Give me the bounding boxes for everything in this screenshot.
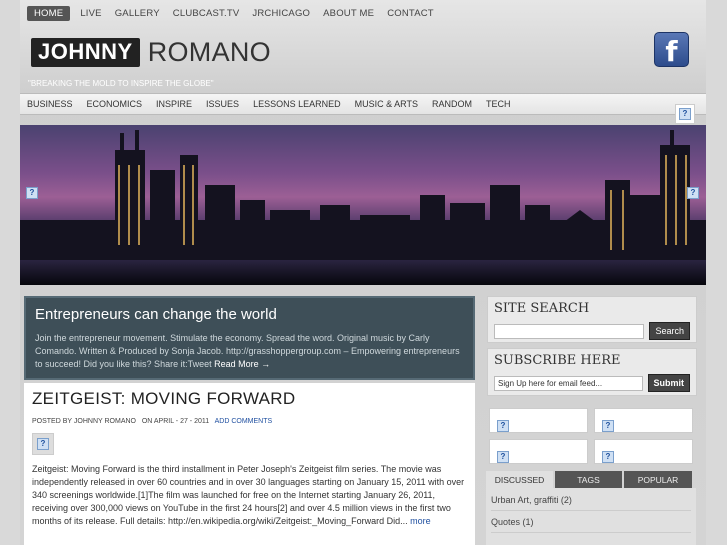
skyline-banner: ? ?: [20, 125, 706, 285]
rss-broken-image-icon[interactable]: ?: [675, 104, 695, 124]
ad-slot-4[interactable]: ?: [594, 439, 693, 464]
tab-tags[interactable]: Tags: [555, 471, 622, 488]
post-author: Posted by Johnny Romano: [32, 418, 136, 425]
category-lessons-learned[interactable]: Lessons Learned: [253, 99, 341, 109]
top-navigation: Home Live Gallery Clubcast.TV JRChicago …: [27, 5, 447, 22]
category-inspire[interactable]: Inspire: [156, 99, 192, 109]
featured-post: Entrepreneurs can change the world Join …: [24, 296, 475, 380]
post-title[interactable]: ZEITGEIST: MOVING FORWARD: [32, 389, 467, 409]
category-music-arts[interactable]: Music & Arts: [355, 99, 418, 109]
category-tech[interactable]: Tech: [486, 99, 511, 109]
logo-first-name: JOHNNY: [31, 38, 140, 67]
search-input[interactable]: [494, 323, 645, 339]
list-item[interactable]: Quotes (1): [491, 514, 691, 533]
ad-slot-2[interactable]: ?: [594, 408, 693, 433]
nav-gallery[interactable]: Gallery: [115, 8, 160, 19]
category-business[interactable]: Business: [27, 99, 73, 109]
nav-live[interactable]: Live: [80, 8, 101, 19]
category-economics[interactable]: Economics: [87, 99, 143, 109]
subscribe-title: Subscribe Here: [494, 353, 621, 368]
logo-last-name: ROMANO: [147, 37, 271, 67]
tab-popular[interactable]: Popular: [624, 471, 692, 488]
nav-clubcast[interactable]: Clubcast.TV: [173, 8, 240, 19]
nav-home[interactable]: Home: [27, 6, 71, 21]
nav-contact[interactable]: Contact: [387, 8, 434, 19]
ad-broken-image-icon: ?: [602, 451, 614, 463]
ad-slot-1[interactable]: ?: [489, 408, 588, 433]
site-tagline: "Breaking the mold to inspire the globe": [28, 79, 214, 88]
post-body: Zeitgeist: Moving Forward is the third i…: [32, 464, 465, 526]
nav-about[interactable]: About Me: [323, 8, 374, 19]
read-more-link[interactable]: Read More →: [214, 359, 270, 369]
site-search-widget: Site Search Search: [487, 296, 697, 343]
site-logo[interactable]: JOHNNY ROMANO: [31, 37, 271, 68]
ad-broken-image-icon: ?: [602, 420, 614, 432]
ad-broken-image-icon: ?: [497, 451, 509, 463]
email-field[interactable]: [494, 375, 643, 391]
add-comments-link[interactable]: Add Comments: [215, 418, 273, 425]
ad-slot-3[interactable]: ?: [489, 439, 588, 464]
category-random[interactable]: Random: [432, 99, 472, 109]
facebook-icon[interactable]: f: [654, 32, 689, 68]
chicago-skyline-image: [20, 130, 706, 285]
nav-jrchicago[interactable]: JRChicago: [252, 8, 310, 19]
thumbnail-broken-image-icon: ?: [37, 438, 49, 450]
tab-discussed[interactable]: Discussed: [486, 471, 553, 488]
search-button[interactable]: Search: [649, 322, 690, 340]
post-thumbnail[interactable]: ?: [32, 433, 54, 455]
subscribe-widget: Subscribe Here Submit: [487, 348, 697, 396]
site-search-title: Site Search: [494, 301, 590, 316]
post-date: on April - 27 - 2011: [141, 418, 210, 425]
category-navigation: Business Economics Inspire Issues Lesson…: [20, 93, 706, 115]
banner-next-broken-image-icon[interactable]: ?: [687, 187, 699, 199]
category-issues[interactable]: Issues: [206, 99, 239, 109]
post-meta: Posted by Johnny Romano on April - 27 - …: [32, 418, 467, 425]
ad-broken-image-icon: ?: [497, 420, 509, 432]
discussed-list: Urban Art, graffiti (2) Quotes (1): [486, 488, 696, 545]
blog-post: ZEITGEIST: MOVING FORWARD Posted by John…: [24, 383, 475, 545]
more-link[interactable]: more: [410, 516, 431, 526]
featured-title[interactable]: Entrepreneurs can change the world: [35, 306, 464, 323]
submit-button[interactable]: Submit: [647, 374, 690, 392]
banner-prev-broken-image-icon[interactable]: ?: [26, 187, 38, 199]
sidebar-tabs: Discussed Tags Popular: [486, 471, 696, 488]
featured-text: Join the entrepreneur movement. Stimulat…: [35, 333, 460, 369]
list-item[interactable]: Urban Art, graffiti (2): [491, 492, 691, 511]
